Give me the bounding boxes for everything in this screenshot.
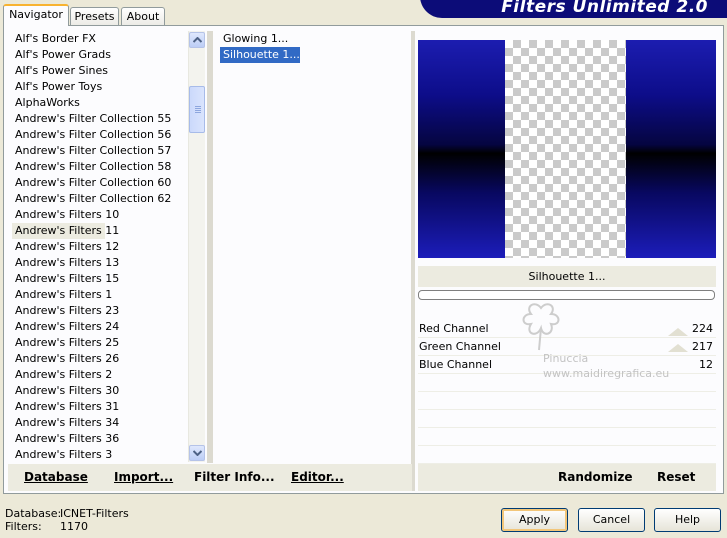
category-list-item[interactable]: Andrew's Filters 36 (12, 431, 188, 447)
tab-about[interactable]: About (121, 7, 165, 25)
param-empty-row (418, 410, 716, 428)
right-toolbar: Randomize Reset (418, 464, 716, 491)
filter-item-silhouette[interactable]: Silhouette 1... (220, 47, 300, 63)
chevron-down-icon (193, 450, 202, 456)
cancel-button[interactable]: Cancel (578, 508, 645, 532)
preview-transparent-area (505, 40, 626, 258)
database-button[interactable]: Database (24, 470, 88, 484)
splitter-left[interactable] (207, 31, 213, 463)
scroll-up-button[interactable] (189, 32, 205, 48)
category-list-item[interactable]: Alf's Power Toys (12, 79, 188, 95)
category-list-item[interactable]: Andrew's Filter Collection 55 (12, 111, 188, 127)
tab-presets[interactable]: Presets (70, 7, 119, 25)
category-list-item[interactable]: Andrew's Filters 3 (12, 447, 188, 463)
param-empty-row (418, 428, 716, 446)
slider-marker-icons (668, 328, 688, 352)
preview-image (418, 40, 716, 258)
scroll-thumb[interactable] (189, 86, 205, 133)
help-button[interactable]: Help (654, 508, 721, 532)
preview-blue-left (418, 40, 505, 258)
param-empty-row (418, 374, 716, 392)
category-list-item[interactable]: Andrew's Filters 24 (12, 319, 188, 335)
category-list-item[interactable]: Andrew's Filters 31 (12, 399, 188, 415)
param-label: Red Channel (419, 322, 489, 335)
filter-info-button[interactable]: Filter Info... (194, 470, 275, 484)
progress-bar (418, 290, 715, 300)
import-button[interactable]: Import... (114, 470, 173, 484)
category-list-item[interactable]: Andrew's Filters 26 (12, 351, 188, 367)
category-list-item[interactable]: Andrew's Filter Collection 60 (12, 175, 188, 191)
current-filter-name: Silhouette 1... (418, 266, 716, 287)
category-list-item[interactable]: Alf's Power Sines (12, 63, 188, 79)
category-list[interactable]: Alf's Border FX Alf's Power Grads Alf's Po… (12, 31, 188, 463)
param-empty-row (418, 392, 716, 410)
category-list-item[interactable]: Andrew's Filters 10 (12, 207, 188, 223)
editor-button[interactable]: Editor... (291, 470, 344, 484)
preview-blue-right (626, 40, 716, 258)
category-list-item[interactable]: Andrew's Filters 2 (12, 367, 188, 383)
category-list-item[interactable]: Alf's Power Grads (12, 47, 188, 63)
category-list-item[interactable]: Andrew's Filters 34 (12, 415, 188, 431)
database-label: Database: (5, 507, 62, 520)
category-list-item[interactable]: Andrew's Filters 12 (12, 239, 188, 255)
filter-list[interactable]: Glowing 1... Silhouette 1... (220, 31, 340, 63)
param-label: Green Channel (419, 340, 501, 353)
apply-button[interactable]: Apply (501, 508, 568, 532)
param-value[interactable]: 12 (699, 356, 713, 373)
app-title-banner: Filters Unlimited 2.0 (420, 0, 727, 18)
splitter-right[interactable] (411, 31, 415, 491)
reset-button[interactable]: Reset (657, 470, 695, 484)
category-list-item[interactable]: Andrew's Filter Collection 57 (12, 143, 188, 159)
database-value: ICNET-Filters (60, 507, 129, 520)
category-list-item[interactable]: Andrew's Filters 11 (12, 223, 119, 239)
scroll-down-button[interactable] (189, 445, 205, 461)
category-list-item[interactable]: Andrew's Filters 23 (12, 303, 188, 319)
category-list-item[interactable]: Andrew's Filters 15 (12, 271, 188, 287)
category-list-item[interactable]: Andrew's Filters 25 (12, 335, 188, 351)
category-list-item[interactable]: Andrew's Filter Collection 58 (12, 159, 188, 175)
category-list-item[interactable]: Andrew's Filter Collection 62 (12, 191, 188, 207)
category-list-item[interactable]: Andrew's Filters 30 (12, 383, 188, 399)
category-list-item[interactable]: Andrew's Filter Collection 56 (12, 127, 188, 143)
filters-count-value: 1170 (60, 520, 88, 533)
category-list-item[interactable]: AlphaWorks (12, 95, 188, 111)
filter-item-glowing[interactable]: Glowing 1... (220, 31, 288, 47)
param-value[interactable]: 217 (692, 338, 713, 355)
filters-count-label: Filters: (5, 520, 42, 533)
param-label: Blue Channel (419, 358, 492, 371)
category-list-item[interactable]: Andrew's Filters 13 (12, 255, 188, 271)
chevron-up-icon (193, 37, 202, 43)
param-blue-channel[interactable]: Blue Channel 12 (418, 356, 716, 374)
tab-navigator[interactable]: Navigator (3, 4, 69, 26)
param-value[interactable]: 224 (692, 320, 713, 337)
category-scrollbar[interactable] (188, 31, 205, 462)
category-list-item[interactable]: Andrew's Filters 1 (12, 287, 188, 303)
category-list-item[interactable]: Alf's Border FX (12, 31, 188, 47)
randomize-button[interactable]: Randomize (558, 470, 632, 484)
left-toolbar: Database Import... Filter Info... Editor… (8, 464, 412, 491)
param-empty-row (418, 446, 716, 464)
